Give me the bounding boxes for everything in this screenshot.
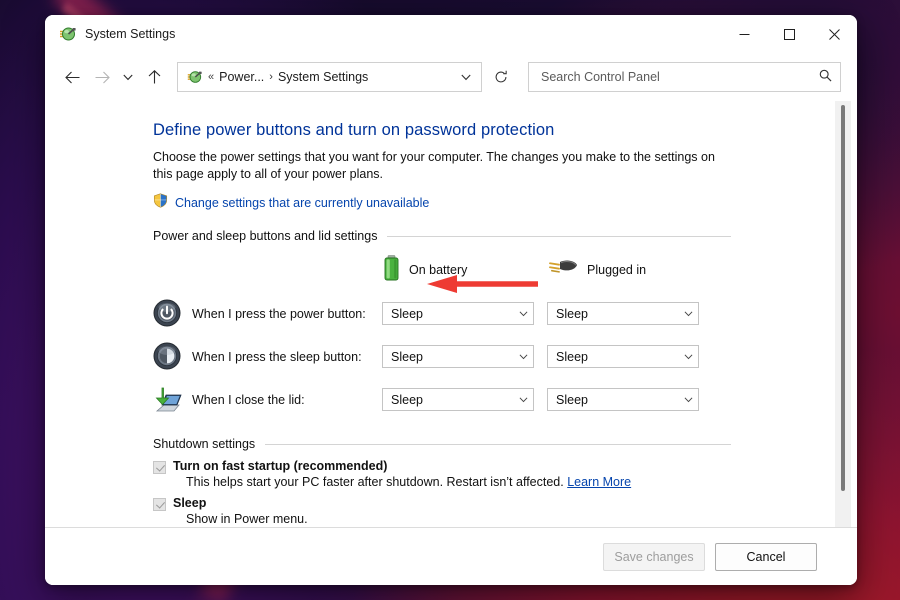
fast-startup-description-text: This helps start your PC faster after sh… <box>186 475 564 489</box>
search-icon[interactable] <box>819 69 832 85</box>
dropdown-power-button-plugged-in[interactable]: Sleep <box>547 302 699 325</box>
system-settings-window: System Settings « Power... › System Sett… <box>45 15 857 585</box>
refresh-button[interactable] <box>486 62 516 92</box>
dropdown-value: Sleep <box>391 306 423 321</box>
content-area: Define power buttons and turn on passwor… <box>45 101 857 527</box>
chevron-down-icon <box>684 352 693 362</box>
dialog-footer: Save changes Cancel <box>45 527 857 585</box>
breadcrumb-separator-icon: › <box>269 71 273 83</box>
dropdown-value: Sleep <box>391 392 423 407</box>
dropdown-close-lid-on-battery[interactable]: Sleep <box>382 388 534 411</box>
close-button[interactable] <box>812 15 857 53</box>
dropdown-sleep-button-plugged-in[interactable]: Sleep <box>547 345 699 368</box>
checkbox-fast-startup[interactable] <box>153 461 166 474</box>
setting-label-close-lid: When I close the lid: <box>192 392 305 407</box>
shutdown-group-label: Shutdown settings <box>153 437 731 451</box>
page-title: Define power buttons and turn on passwor… <box>153 121 555 139</box>
search-box[interactable] <box>528 62 841 92</box>
chevron-down-icon <box>519 309 528 319</box>
group-divider <box>387 235 731 237</box>
checkbox-row-fast-startup[interactable]: Turn on fast startup (recommended) <box>153 459 835 474</box>
scrollbar-thumb[interactable] <box>841 105 845 491</box>
breadcrumb-power-options-icon <box>186 69 202 85</box>
dropdown-value: Sleep <box>556 392 588 407</box>
uac-link-row: Change settings that are currently unava… <box>153 193 835 213</box>
breadcrumb-item-system-settings[interactable]: System Settings <box>278 70 368 84</box>
group-label-text: Power and sleep buttons and lid settings <box>153 229 378 243</box>
group-divider <box>265 443 731 445</box>
back-button[interactable] <box>57 62 87 92</box>
annotation-arrow-icon <box>425 273 540 295</box>
forward-button[interactable] <box>87 62 117 92</box>
setting-label-sleep-button: When I press the sleep button: <box>192 349 362 364</box>
checkbox-label-fast-startup: Turn on fast startup (recommended) <box>173 459 388 473</box>
dropdown-sleep-button-on-battery[interactable]: Sleep <box>382 345 534 368</box>
checkbox-label-sleep: Sleep <box>173 496 207 510</box>
sleep-description: Show in Power menu. <box>186 512 308 526</box>
learn-more-link[interactable]: Learn More <box>567 475 631 489</box>
sleep-moon-icon <box>153 342 183 372</box>
fast-startup-description: This helps start your PC faster after sh… <box>186 475 835 489</box>
dropdown-value: Sleep <box>556 349 588 364</box>
checkbox-sleep[interactable] <box>153 498 166 511</box>
chevron-down-icon <box>519 352 528 362</box>
column-header-plugged-in: Plugged in <box>548 255 713 284</box>
chevron-down-icon <box>684 309 693 319</box>
power-plug-icon <box>548 258 578 281</box>
search-input[interactable] <box>539 69 813 85</box>
setting-row-power-button: When I press the power button: Sleep Sle… <box>153 292 835 335</box>
maximize-button[interactable] <box>767 15 812 53</box>
chevron-down-icon <box>519 395 528 405</box>
dropdown-close-lid-plugged-in[interactable]: Sleep <box>547 388 699 411</box>
setting-label-power-button: When I press the power button: <box>192 306 366 321</box>
save-changes-button[interactable]: Save changes <box>603 542 705 571</box>
breadcrumb-overflow-chevron[interactable]: « <box>208 71 214 83</box>
laptop-lid-icon <box>153 385 183 415</box>
recent-locations-button[interactable] <box>117 62 139 92</box>
power-buttons-group-label: Power and sleep buttons and lid settings <box>153 229 731 243</box>
address-bar[interactable]: « Power... › System Settings <box>177 62 482 92</box>
power-button-icon <box>153 299 183 329</box>
column-header-plugged-in-label: Plugged in <box>587 262 647 277</box>
window-title: System Settings <box>85 27 176 41</box>
battery-icon <box>383 255 400 284</box>
setting-row-sleep-button: When I press the sleep button: Sleep Sle… <box>153 335 835 378</box>
window-controls <box>722 15 857 53</box>
settings-panel: Define power buttons and turn on passwor… <box>45 101 835 527</box>
vertical-scrollbar[interactable] <box>835 101 851 527</box>
minimize-button[interactable] <box>722 15 767 53</box>
shutdown-settings-group: Shutdown settings Turn on fast startup (… <box>153 437 835 527</box>
checkbox-row-sleep[interactable]: Sleep <box>153 496 835 511</box>
desktop-background: System Settings « Power... › System Sett… <box>0 0 900 600</box>
power-options-icon <box>58 25 76 43</box>
dropdown-value: Sleep <box>556 306 588 321</box>
navigation-bar: « Power... › System Settings <box>45 53 857 101</box>
chevron-down-icon[interactable] <box>455 64 477 90</box>
setting-row-close-lid: When I close the lid: Sleep Sleep <box>153 378 835 421</box>
change-settings-link[interactable]: Change settings that are currently unava… <box>175 196 429 210</box>
shield-icon <box>153 193 168 213</box>
breadcrumb: « Power... › System Settings <box>208 70 455 84</box>
up-button[interactable] <box>139 62 169 92</box>
group-label-text: Shutdown settings <box>153 437 256 451</box>
page-description: Choose the power settings that you want … <box>153 150 715 181</box>
chevron-down-icon <box>684 395 693 405</box>
dropdown-value: Sleep <box>391 349 423 364</box>
breadcrumb-item-power[interactable]: Power... <box>219 70 264 84</box>
title-bar: System Settings <box>45 15 857 53</box>
cancel-button[interactable]: Cancel <box>715 542 817 571</box>
dropdown-power-button-on-battery[interactable]: Sleep <box>382 302 534 325</box>
